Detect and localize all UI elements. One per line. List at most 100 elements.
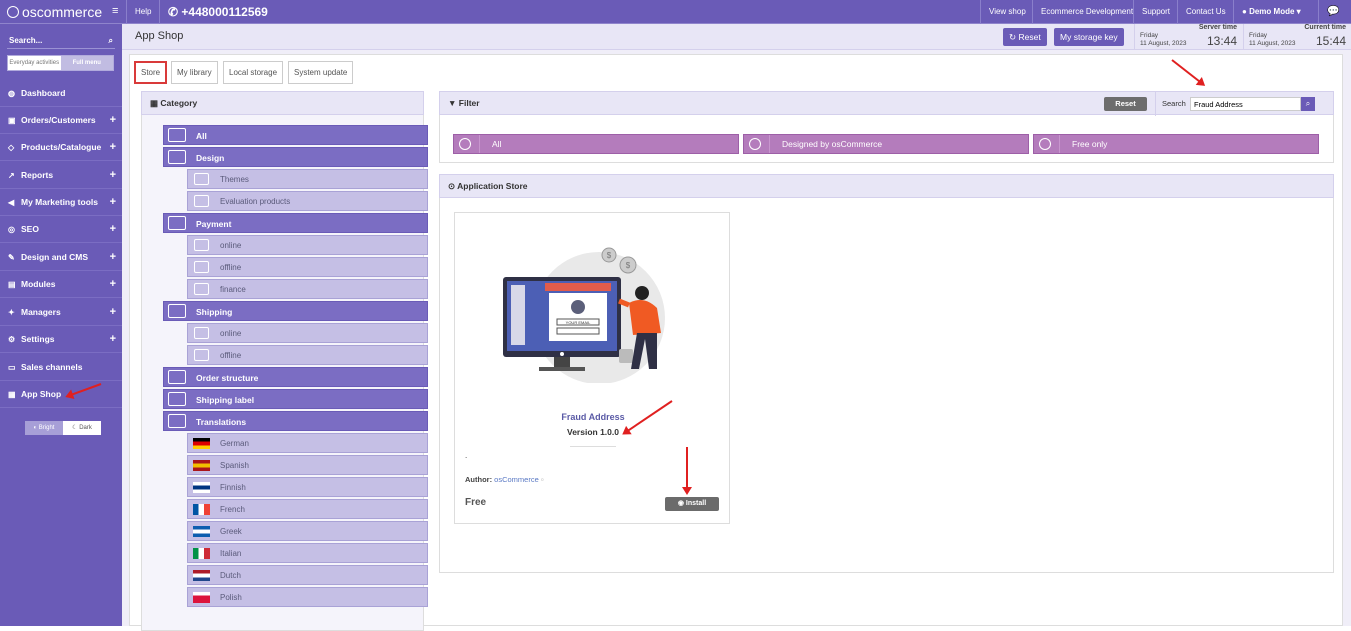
- sidebar-item-label: App Shop: [21, 389, 62, 399]
- subcategory-evaluation-products[interactable]: Evaluation products: [187, 191, 428, 211]
- expand-icon[interactable]: +: [110, 169, 116, 181]
- chat-icon[interactable]: 💬: [1318, 0, 1347, 24]
- ecommerce-development-link[interactable]: Ecommerce Development: [1032, 0, 1141, 24]
- logo[interactable]: oscommerce: [7, 4, 102, 20]
- phone-number[interactable]: ✆ +448000112569: [159, 0, 276, 24]
- storage-key-button[interactable]: My storage key: [1054, 28, 1124, 46]
- filter-panel: ▼ Filter Reset Search ⌕ All Designed by …: [439, 91, 1334, 163]
- filter-designed-button[interactable]: Designed by osCommerce: [743, 134, 1029, 154]
- subcategory-german[interactable]: German: [187, 433, 428, 453]
- page-header: App Shop ↻ Reset My storage key Server t…: [122, 24, 1351, 50]
- megaphone-icon: ◀: [8, 197, 15, 207]
- category-icon: [194, 239, 209, 251]
- flag-icon: [193, 570, 210, 581]
- subcategory-french[interactable]: French: [187, 499, 428, 519]
- everyday-activities-button[interactable]: Everyday activities: [8, 56, 61, 70]
- category-order-structure[interactable]: Order structure: [163, 367, 428, 387]
- sidebar-item-label: SEO: [21, 224, 39, 234]
- phone-icon: ✆: [168, 5, 179, 19]
- reset-button[interactable]: ↻ Reset: [1003, 28, 1047, 46]
- subcategory-themes[interactable]: Themes: [187, 169, 428, 189]
- sidebar-item-design-and-cms[interactable]: ✎ Design and CMS +: [0, 244, 122, 271]
- search-icon[interactable]: ⌕: [109, 36, 113, 46]
- category-label: online: [220, 329, 242, 338]
- menu-icon[interactable]: ≡: [112, 5, 118, 17]
- category-shipping[interactable]: Shipping: [163, 301, 428, 321]
- subcategory-online[interactable]: online: [187, 235, 428, 255]
- expand-icon[interactable]: +: [110, 114, 116, 126]
- support-link[interactable]: Support: [1133, 0, 1178, 24]
- category-payment[interactable]: Payment: [163, 213, 428, 233]
- sidebar-item-seo[interactable]: ◎ SEO +: [0, 216, 122, 243]
- sidebar-item-label: Settings: [21, 334, 55, 344]
- tab-system-update[interactable]: System update: [288, 61, 354, 84]
- sidebar-item-managers[interactable]: ✦ Managers +: [0, 299, 122, 326]
- search-submit-button[interactable]: ⌕: [1301, 97, 1315, 111]
- expand-icon[interactable]: +: [110, 141, 116, 153]
- author-label: Author: osCommerce ▫: [465, 475, 544, 484]
- category-icon: [194, 173, 209, 185]
- sidebar-item-dashboard[interactable]: ◍ Dashboard: [0, 80, 122, 107]
- category-shipping-label[interactable]: Shipping label: [163, 389, 428, 409]
- sidebar-item-label: Orders/Customers: [21, 115, 96, 125]
- sidebar-item-products-catalogue[interactable]: ◇ Products/Catalogue +: [0, 134, 122, 161]
- tab-local-storage[interactable]: Local storage: [223, 61, 284, 84]
- sidebar-item-modules[interactable]: ▤ Modules +: [0, 271, 122, 298]
- subcategory-italian[interactable]: Italian: [187, 543, 428, 563]
- top-bar: oscommerce ≡ Help ✆ +448000112569 View s…: [0, 0, 1351, 24]
- subcategory-greek[interactable]: Greek: [187, 521, 428, 541]
- sidebar-item-reports[interactable]: ↗ Reports +: [0, 162, 122, 189]
- install-button[interactable]: ◉ Install: [665, 497, 719, 511]
- monitor-icon: ▭: [8, 362, 16, 372]
- flag-icon: [193, 482, 210, 493]
- subcategory-offline[interactable]: offline: [187, 257, 428, 277]
- help-link[interactable]: Help: [126, 0, 159, 24]
- subcategory-online[interactable]: online: [187, 323, 428, 343]
- eye-icon: ◉: [677, 500, 684, 507]
- expand-icon[interactable]: +: [110, 223, 116, 235]
- contact-us-link[interactable]: Contact Us: [1177, 0, 1234, 24]
- expand-icon[interactable]: +: [110, 196, 116, 208]
- sidebar-search-input[interactable]: Search... ⌕: [7, 33, 115, 49]
- expand-icon[interactable]: +: [110, 251, 116, 263]
- subcategory-finnish[interactable]: Finnish: [187, 477, 428, 497]
- author-link[interactable]: osCommerce: [494, 475, 539, 484]
- subcategory-offline[interactable]: offline: [187, 345, 428, 365]
- view-shop-link[interactable]: View shop: [980, 0, 1034, 24]
- category-design[interactable]: Design: [163, 147, 428, 167]
- subcategory-dutch[interactable]: Dutch: [187, 565, 428, 585]
- app-price: Free: [465, 497, 487, 508]
- broken-image-icon: ▫: [540, 475, 544, 484]
- content-panel: Store My library Local storage System up…: [129, 54, 1343, 631]
- fraud-illustration: $ $ YOUR EMAIL: [503, 247, 665, 383]
- category-translations[interactable]: Translations: [163, 411, 428, 431]
- bright-theme-button[interactable]: ◐ Bright: [25, 421, 63, 435]
- category-label: Shipping label: [196, 395, 255, 405]
- app-name[interactable]: Fraud Address: [455, 412, 731, 422]
- subcategory-spanish[interactable]: Spanish: [187, 455, 428, 475]
- app-search-input[interactable]: [1190, 97, 1301, 111]
- expand-icon[interactable]: +: [110, 278, 116, 290]
- filter-free-button[interactable]: Free only: [1033, 134, 1319, 154]
- category-all[interactable]: All: [163, 125, 428, 145]
- subcategory-finance[interactable]: finance: [187, 279, 428, 299]
- sidebar-item-orders-customers[interactable]: ▣ Orders/Customers +: [0, 107, 122, 134]
- expand-icon[interactable]: +: [110, 306, 116, 318]
- category-icon: [194, 195, 209, 207]
- sidebar-item-settings[interactable]: ⚙ Settings +: [0, 326, 122, 353]
- user-menu[interactable]: ● Demo Mode ▾: [1233, 0, 1309, 24]
- dark-theme-button[interactable]: ☾ Dark: [63, 421, 101, 435]
- tab-store[interactable]: Store: [134, 61, 168, 84]
- app-card[interactable]: $ $ YOUR EMAIL Fraud Address Version 1.0…: [454, 212, 730, 524]
- expand-icon[interactable]: +: [110, 333, 116, 345]
- category-label: offline: [220, 263, 242, 272]
- sidebar-item-app-shop[interactable]: ▦ App Shop: [0, 381, 122, 408]
- dashboard-icon: ◍: [8, 88, 15, 98]
- sidebar-item-my-marketing-tools[interactable]: ◀ My Marketing tools +: [0, 189, 122, 216]
- filter-reset-button[interactable]: Reset: [1104, 97, 1147, 111]
- tab-my-library[interactable]: My library: [171, 61, 218, 84]
- full-menu-button[interactable]: Full menu: [60, 56, 113, 70]
- filter-all-button[interactable]: All: [453, 134, 739, 154]
- subcategory-polish[interactable]: Polish: [187, 587, 428, 607]
- sidebar-item-sales-channels[interactable]: ▭ Sales channels: [0, 354, 122, 381]
